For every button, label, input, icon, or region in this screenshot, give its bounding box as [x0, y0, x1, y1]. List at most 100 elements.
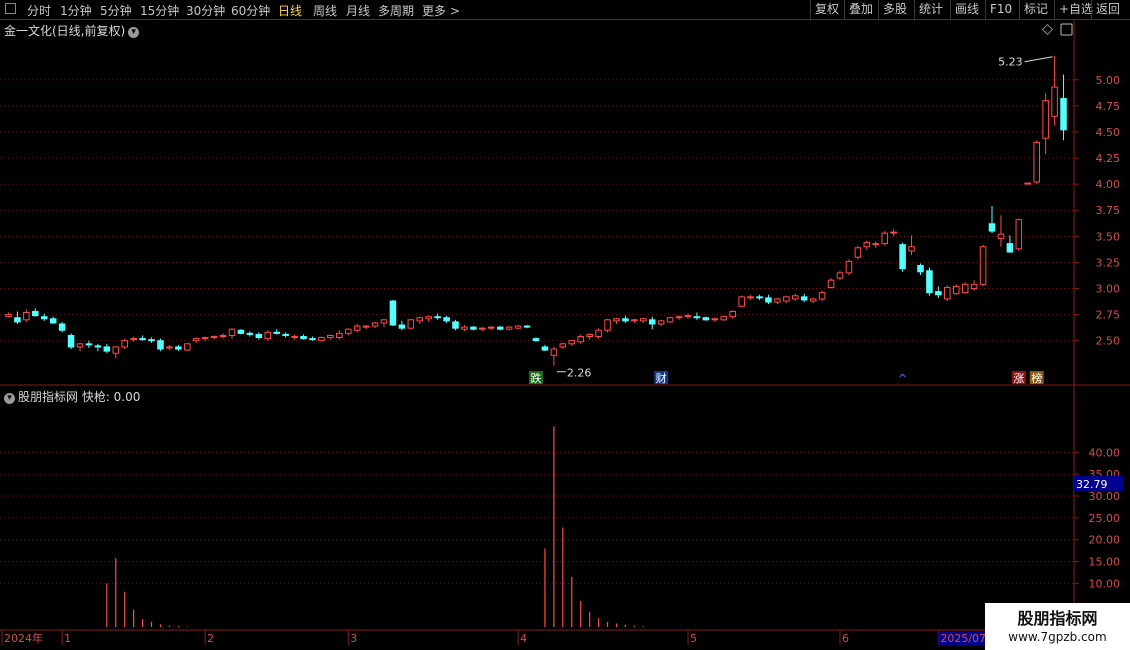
time-tick-label: 1	[64, 632, 71, 645]
time-tick-label: 3	[350, 632, 357, 645]
time-tick-label: 6	[842, 632, 849, 645]
candle-body	[648, 319, 656, 325]
candle-body	[541, 346, 549, 351]
candle-body	[148, 339, 155, 342]
candle-body	[103, 346, 111, 352]
price-tick-label: 4.50	[1096, 126, 1121, 139]
candle-body	[631, 319, 638, 322]
watermark-title: 股朋指标网	[1017, 609, 1098, 628]
candle-body	[398, 324, 406, 329]
candle-body	[845, 260, 853, 274]
price-tick-label: 4.75	[1096, 100, 1121, 113]
candle-body	[130, 338, 137, 341]
min-price-label: 2.26	[567, 367, 592, 380]
stock-chart-canvas[interactable]: 2.50 2.75 3.00 3.25 3.50 3.75 4.00 4.25 4.50 4.75…	[0, 0, 1130, 650]
candle-body	[917, 265, 924, 273]
candle-body	[1006, 243, 1014, 253]
candle-body	[49, 318, 57, 324]
candle-body	[184, 343, 191, 351]
panel-toggle-icon	[1060, 23, 1073, 36]
candle-body	[112, 346, 120, 354]
candle-body	[961, 283, 969, 294]
indicator-tick-label: 20.00	[1089, 534, 1121, 547]
candle-body	[908, 246, 915, 252]
candle-body	[40, 316, 48, 320]
price-tick-label: 4.25	[1096, 152, 1121, 165]
candle-body	[979, 246, 987, 285]
candle-body	[175, 346, 182, 350]
candle-body	[720, 316, 728, 321]
candle-body	[756, 296, 763, 299]
max-price-label: 5.23	[998, 56, 1023, 69]
candle-body	[532, 338, 540, 342]
candle-body	[577, 336, 584, 343]
candle-body	[800, 296, 808, 301]
candle-body	[988, 223, 996, 232]
candle-body	[550, 348, 558, 356]
candle-body	[863, 242, 871, 248]
candle-body	[201, 337, 209, 340]
watermark: 股朋指标网 www.7gpzb.com	[985, 603, 1130, 650]
candle-body	[434, 316, 441, 319]
chevron-down-icon[interactable]: ▾	[128, 27, 140, 38]
candle-body	[58, 323, 66, 331]
candle-body	[32, 310, 39, 317]
candle-body	[684, 315, 692, 318]
indicator-tick-label: 30.00	[1089, 490, 1121, 503]
candle-body	[246, 332, 254, 335]
candle-body	[1060, 98, 1067, 131]
candle-body	[809, 298, 817, 302]
candle-body	[666, 317, 674, 323]
candle-body	[76, 343, 84, 348]
candle-body	[836, 272, 844, 279]
candle-body	[890, 231, 897, 234]
candle-body	[362, 325, 370, 328]
watermark-url: www.7gpzb.com	[1008, 630, 1107, 644]
max-price-arrow	[1024, 56, 1053, 63]
candle-body	[505, 326, 513, 330]
candle-body	[353, 325, 361, 331]
candle-body	[318, 337, 325, 342]
candle-body	[344, 328, 352, 334]
candle-body	[523, 325, 531, 328]
candle-body	[702, 317, 710, 321]
candle-body	[818, 292, 826, 300]
candle-body	[997, 233, 1005, 239]
indicator-title: ▾ 股朋指标网 快枪: 0.00	[4, 388, 140, 405]
candle-body	[568, 340, 576, 345]
candle-body	[881, 232, 888, 245]
candle-body	[1033, 141, 1040, 183]
candle-body	[514, 325, 522, 329]
candle-body	[219, 334, 227, 338]
candle-body	[121, 340, 128, 348]
candle-body	[228, 328, 236, 336]
candle-body	[5, 314, 12, 318]
time-tick-label: 5	[690, 632, 697, 645]
candle-body	[255, 333, 263, 339]
candle-body	[559, 343, 567, 348]
price-tick-label: 3.25	[1096, 256, 1121, 269]
candle-body	[273, 331, 280, 334]
stock-name-label: 金一文化(日线,前复权)	[4, 24, 126, 38]
candle-body	[309, 338, 316, 341]
candle-body	[166, 346, 173, 349]
time-tick-label: 2	[207, 632, 214, 645]
candle-body	[291, 336, 298, 339]
diamond-icon	[1041, 23, 1054, 36]
candle-body	[604, 319, 611, 331]
candle-body	[85, 343, 93, 346]
indicator-tick-label: 15.00	[1089, 556, 1121, 569]
candle-body	[407, 319, 415, 329]
candle-body	[872, 243, 880, 246]
chevron-down-icon[interactable]: ▾	[4, 393, 15, 404]
price-tick-label: 4.00	[1096, 178, 1121, 191]
candle-body	[854, 247, 862, 258]
price-tick-label: 2.75	[1096, 309, 1121, 322]
time-tick-label: 2025/07/	[940, 632, 990, 645]
candle-body	[488, 326, 495, 329]
candle-body	[380, 319, 388, 324]
candle-body	[586, 333, 593, 338]
candle-body	[640, 318, 647, 322]
candle-body	[729, 310, 736, 318]
candle-body	[192, 338, 200, 342]
